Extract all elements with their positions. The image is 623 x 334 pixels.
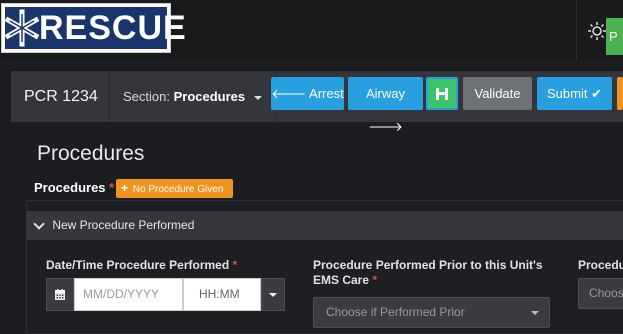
required-marker: * [109,180,115,195]
datetime-label: Date/Time Procedure Performed * [46,258,237,273]
panel-header[interactable]: New Procedure Performed [27,211,623,240]
procedures-label-text: Procedures [34,180,106,195]
arrest-button[interactable]: 🡐 Arrest [271,77,344,110]
section-value: Procedures [173,89,246,104]
airway-label: Airway [365,86,405,101]
prior-care-label-line1: Procedure Performed Prior to this Unit's [313,258,543,272]
datetime-label-text: Date/Time Procedure Performed [46,258,230,272]
datetime-dropdown-button[interactable] [261,278,285,311]
logo-background: RESCUE [5,6,186,50]
chevron-down-icon [33,218,45,230]
no-procedure-given-button[interactable]: + No Procedure Given [116,179,233,198]
overflow-button[interactable] [617,77,623,110]
submit-button[interactable]: Submit ✔ [537,77,612,110]
prior-care-placeholder: Choose if Performed Prior [326,305,465,319]
time-input[interactable]: HH:MM [183,278,261,311]
calendar-icon[interactable] [46,278,74,311]
caret-down-icon [531,311,539,315]
validate-button[interactable]: Validate [463,77,532,110]
airway-button[interactable]: Airway 🡒 [348,77,423,134]
no-procedure-label: No Procedure Given [132,184,224,195]
procedures-label: Procedures * [34,180,114,195]
caret-down-icon [253,95,262,100]
prior-care-label: Procedure Performed Prior to this Unit's… [313,258,563,288]
arrow-right-icon: 🡒 [368,119,403,134]
panel-title: New Procedure Performed [52,218,195,232]
header-divider [576,0,577,61]
floppy-disk-icon [436,88,448,103]
check-icon: ✔ [591,86,602,101]
required-marker: * [232,258,238,272]
star-of-life-icon [5,6,39,50]
prior-care-select[interactable]: Choose if Performed Prior [313,297,550,328]
section-prefix: Section: [123,89,170,104]
required-marker: * [372,273,378,287]
sun-icon[interactable] [587,21,607,41]
caret-down-icon [269,292,277,297]
logo-text: RESCUE [39,9,187,47]
plus-icon: + [121,181,129,195]
datetime-input-group: MM/DD/YYYY HH:MM [46,278,285,311]
pcr-toolbar: PCR 1234 Section: Procedures 🡐 Arrest Ai… [11,71,623,134]
submit-label: Submit [547,86,588,101]
app-header: RESCUE P [0,0,623,61]
rescue-logo[interactable]: RESCUE [1,3,186,53]
section-dropdown[interactable]: Section: Procedures [110,71,276,122]
third-field-select[interactable]: Choose [578,278,623,309]
third-field-label: Procedu [578,258,623,272]
arrow-left-icon: 🡐 [271,86,307,101]
arrest-label: Arrest [309,86,344,101]
date-input[interactable]: MM/DD/YYYY [74,278,183,311]
pcr-number: PCR 1234 [24,88,98,105]
page-title: Procedures [37,142,145,165]
header-spacer [0,61,623,71]
prior-care-label-line2: EMS Care [313,273,370,287]
save-button[interactable] [426,77,458,110]
profile-button[interactable]: P [606,18,623,55]
